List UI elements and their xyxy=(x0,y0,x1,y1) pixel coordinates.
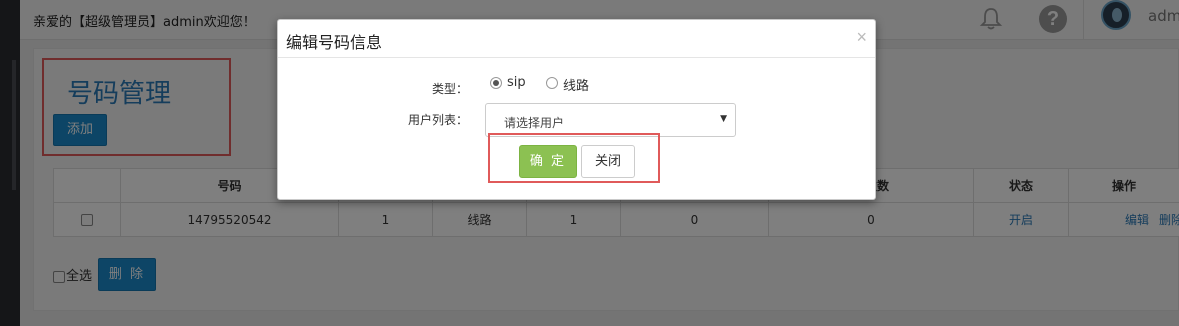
user-list-label: 用户列表： xyxy=(408,113,469,127)
close-button[interactable]: 关闭 xyxy=(581,145,635,178)
type-label: 类型： xyxy=(432,82,469,96)
modal-title: 编辑号码信息 xyxy=(286,33,383,52)
radio-line[interactable] xyxy=(546,77,558,89)
user-select[interactable]: 请选择用户 ▼ xyxy=(485,103,736,137)
close-icon[interactable]: × xyxy=(856,27,867,48)
modal-header: 编辑号码信息 × xyxy=(278,20,875,58)
edit-number-dialog: 编辑号码信息 × 类型： sip 线路 用户列表： 请选择用户 ▼ 确 定 关闭 xyxy=(277,19,876,200)
confirm-button[interactable]: 确 定 xyxy=(519,145,577,178)
chevron-down-icon: ▼ xyxy=(720,114,727,124)
radio-line-label[interactable]: 线路 xyxy=(563,75,589,94)
radio-sip-label[interactable]: sip xyxy=(507,75,526,90)
radio-sip[interactable] xyxy=(490,77,502,89)
user-select-value: 请选择用户 xyxy=(504,116,565,130)
